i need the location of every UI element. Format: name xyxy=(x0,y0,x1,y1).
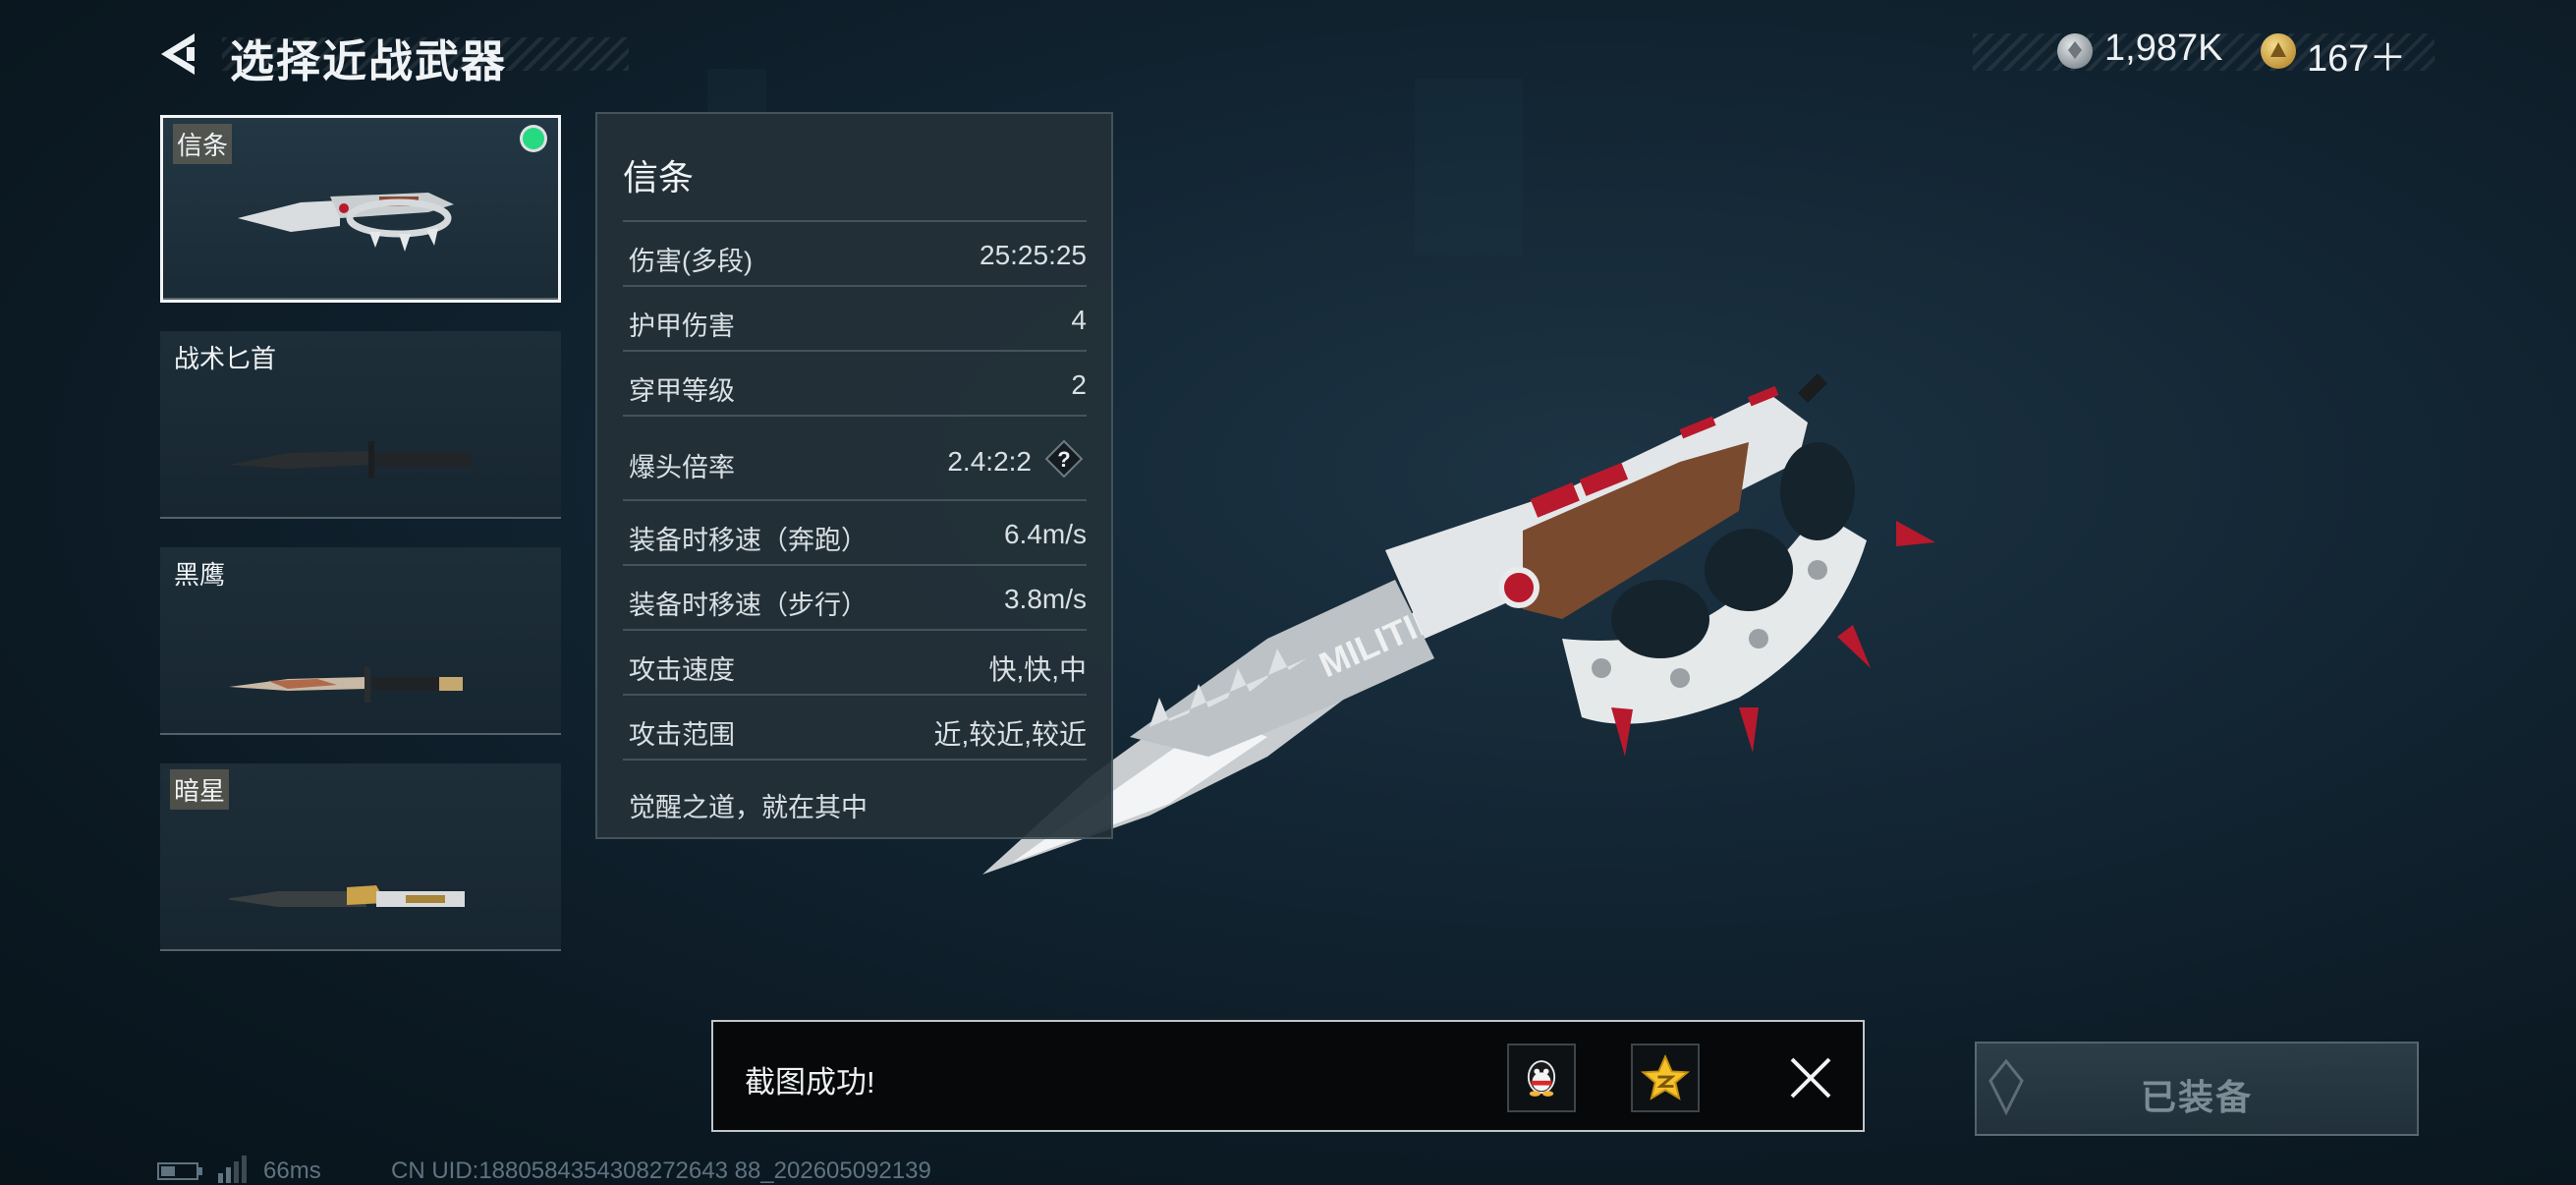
weapon-card-label: 暗星 xyxy=(170,769,230,810)
card-divider xyxy=(160,733,561,735)
weapon-description: 觉醒之道，就在其中 xyxy=(629,793,868,822)
card-divider xyxy=(160,517,561,519)
weapon-stats-panel: 信条 伤害(多段) 25:25:25 护甲伤害 4 穿甲等级 2 爆头倍率 2.… xyxy=(595,112,1113,839)
stat-name: 爆头倍率 xyxy=(629,453,735,482)
stat-row-damage: 伤害(多段) 25:25:25 xyxy=(623,220,1087,287)
qq-share-icon xyxy=(1527,1060,1556,1097)
stat-value: 25:25:25 xyxy=(980,240,1087,270)
screenshot-toast: 截图成功! xyxy=(711,1020,1865,1132)
stat-name: 装备时移速（奔跑） xyxy=(629,526,868,555)
stat-row-move-speed-walk: 装备时移速（步行） 3.8m/s xyxy=(623,564,1087,631)
stat-name: 攻击速度 xyxy=(629,655,735,685)
knuckle-knife-render: MILITIEDS xyxy=(982,373,1935,875)
card-divider xyxy=(163,298,558,300)
stat-value: 近,较近,较近 xyxy=(933,719,1087,750)
stat-value: 2.4:2:2 xyxy=(947,446,1032,477)
stat-row-attack-speed: 攻击速度 快,快,中 xyxy=(623,629,1087,696)
tactical-dagger-thumbnail-icon xyxy=(229,441,473,479)
help-icon[interactable]: ? xyxy=(1045,440,1083,478)
black-hawk-thumbnail-icon xyxy=(229,667,463,703)
weapon-card-xintiao[interactable]: 信条 xyxy=(160,115,561,303)
gold-coin-icon xyxy=(2261,33,2296,69)
stats-weapon-title: 信条 xyxy=(623,157,695,198)
weapon-card-label: 黑鹰 xyxy=(174,560,226,590)
stat-row-penetration-level: 穿甲等级 2 xyxy=(623,350,1087,417)
stat-row-headshot-multiplier: 爆头倍率 2.4:2:2 ? xyxy=(623,415,1087,501)
stat-value: 快,快,中 xyxy=(988,654,1087,685)
card-divider xyxy=(160,949,561,951)
stat-name: 伤害(多段) xyxy=(629,247,753,276)
close-icon[interactable] xyxy=(1784,1051,1837,1104)
page-title: 选择近战武器 xyxy=(230,36,508,86)
help-icon-glyph: ? xyxy=(1057,447,1070,472)
equipped-indicator-icon xyxy=(523,128,544,149)
silver-currency-value: 1,987K xyxy=(2104,28,2223,69)
stat-value: 3.8m/s xyxy=(1003,584,1087,614)
weapon-card-black-hawk[interactable]: 黑鹰 xyxy=(160,547,561,735)
stat-value: 6.4m/s xyxy=(1003,519,1087,549)
weapon-card-label: 信条 xyxy=(173,124,233,164)
weapon-card-tactical-dagger[interactable]: 战术匕首 xyxy=(160,331,561,519)
stat-row-move-speed-run: 装备时移速（奔跑） 6.4m/s xyxy=(623,499,1087,566)
battery-icon xyxy=(157,1162,202,1180)
stat-name: 装备时移速（步行） xyxy=(629,591,868,620)
toast-message: 截图成功! xyxy=(745,1065,875,1100)
weapon-card-dark-star[interactable]: 暗星 xyxy=(160,763,561,951)
weapon-card-label: 战术匕首 xyxy=(174,344,277,373)
stat-row-armor-damage: 护甲伤害 4 xyxy=(623,285,1087,352)
user-uid: CN UID:1880584354308272643 88_2026050921… xyxy=(391,1157,931,1184)
background-panel xyxy=(1415,79,1523,255)
stat-value: 2 xyxy=(1071,369,1087,400)
qzone-share-button[interactable] xyxy=(1631,1044,1700,1112)
equipped-button-label: 已装备 xyxy=(2140,1077,2253,1117)
back-arrow-icon[interactable] xyxy=(157,31,200,77)
stat-name: 护甲伤害 xyxy=(629,311,735,341)
gold-currency-value[interactable]: 167＋ xyxy=(2307,28,2406,82)
knuckle-knife-thumbnail-icon xyxy=(238,193,454,252)
stat-name: 攻击范围 xyxy=(629,720,735,750)
qzone-share-icon xyxy=(1640,1053,1691,1100)
ping-readout: 66ms xyxy=(263,1157,321,1184)
stat-name: 穿甲等级 xyxy=(629,376,735,406)
equipped-button[interactable]: 已装备 xyxy=(1975,1042,2419,1136)
qq-share-button[interactable] xyxy=(1507,1044,1576,1112)
stats-divider xyxy=(623,759,1087,762)
stat-value: 4 xyxy=(1071,305,1087,335)
stat-row-attack-range: 攻击范围 近,较近,较近 xyxy=(623,694,1087,761)
silver-coin-icon xyxy=(2057,33,2093,69)
signal-icon xyxy=(218,1156,247,1183)
dark-star-thumbnail-icon xyxy=(229,885,465,907)
